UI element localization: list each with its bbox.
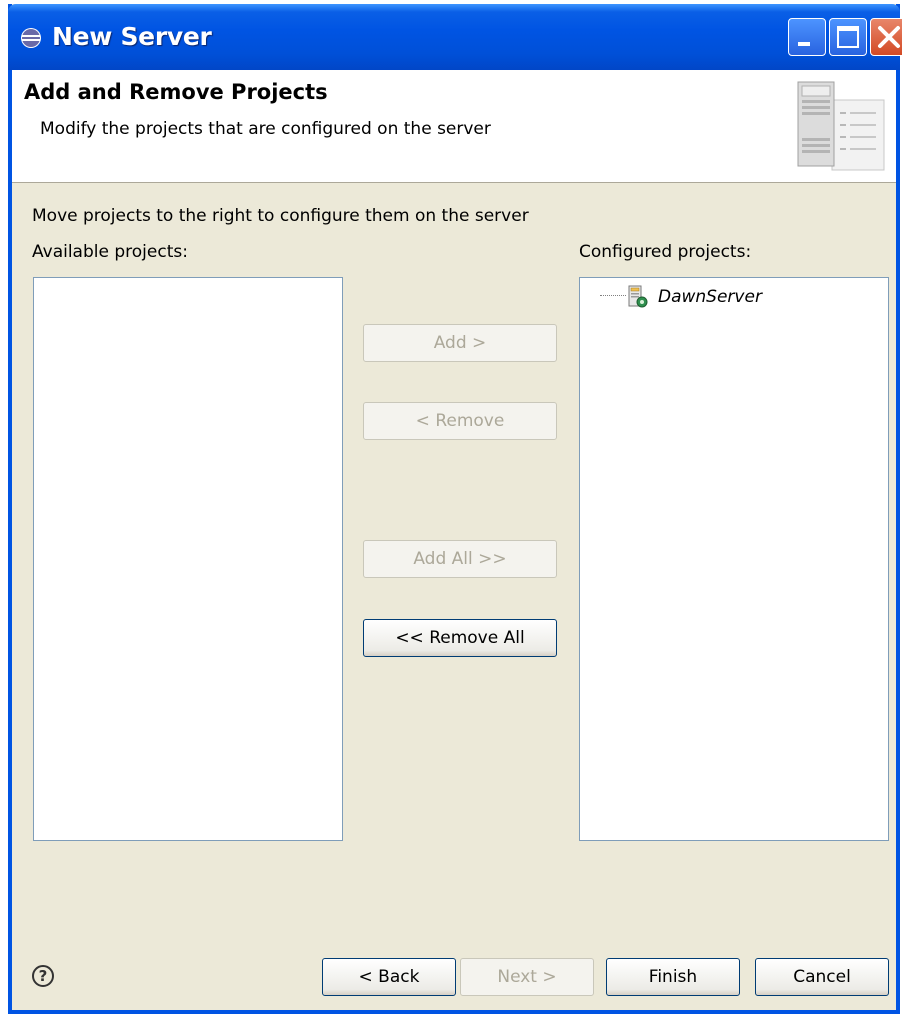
close-icon xyxy=(878,26,900,48)
add-all-button[interactable]: Add All >> xyxy=(363,540,557,578)
wizard-header: Add and Remove Projects Modify the proje… xyxy=(12,70,896,183)
available-projects-label: Available projects: xyxy=(32,242,188,262)
page-title: Add and Remove Projects xyxy=(24,80,328,104)
finish-button[interactable]: Finish xyxy=(606,958,740,996)
remove-button[interactable]: < Remove xyxy=(363,402,557,440)
next-button[interactable]: Next > xyxy=(460,958,594,996)
remove-all-button[interactable]: << Remove All xyxy=(363,619,557,657)
project-folder-icon xyxy=(628,285,648,308)
cancel-button[interactable]: Cancel xyxy=(755,958,889,996)
help-icon[interactable]: ? xyxy=(32,965,54,987)
close-button[interactable] xyxy=(870,18,902,56)
configured-projects-label: Configured projects: xyxy=(579,242,752,262)
available-projects-list[interactable] xyxy=(33,277,343,841)
minimize-icon xyxy=(798,42,810,46)
maximize-icon xyxy=(837,26,859,48)
back-button[interactable]: < Back xyxy=(322,958,456,996)
window-title: New Server xyxy=(52,22,212,51)
instruction-text: Move projects to the right to configure … xyxy=(32,206,529,226)
server-banner-icon xyxy=(797,81,885,171)
page-description: Modify the projects that are configured … xyxy=(40,119,491,139)
add-button[interactable]: Add > xyxy=(363,324,557,362)
eclipse-icon xyxy=(21,28,41,48)
minimize-button[interactable] xyxy=(788,18,826,56)
title-bar[interactable]: New Server xyxy=(8,4,902,70)
configured-projects-list[interactable]: DawnServer xyxy=(579,277,889,841)
tree-connector xyxy=(600,295,626,296)
project-name: DawnServer xyxy=(658,287,762,307)
maximize-button[interactable] xyxy=(829,18,867,56)
